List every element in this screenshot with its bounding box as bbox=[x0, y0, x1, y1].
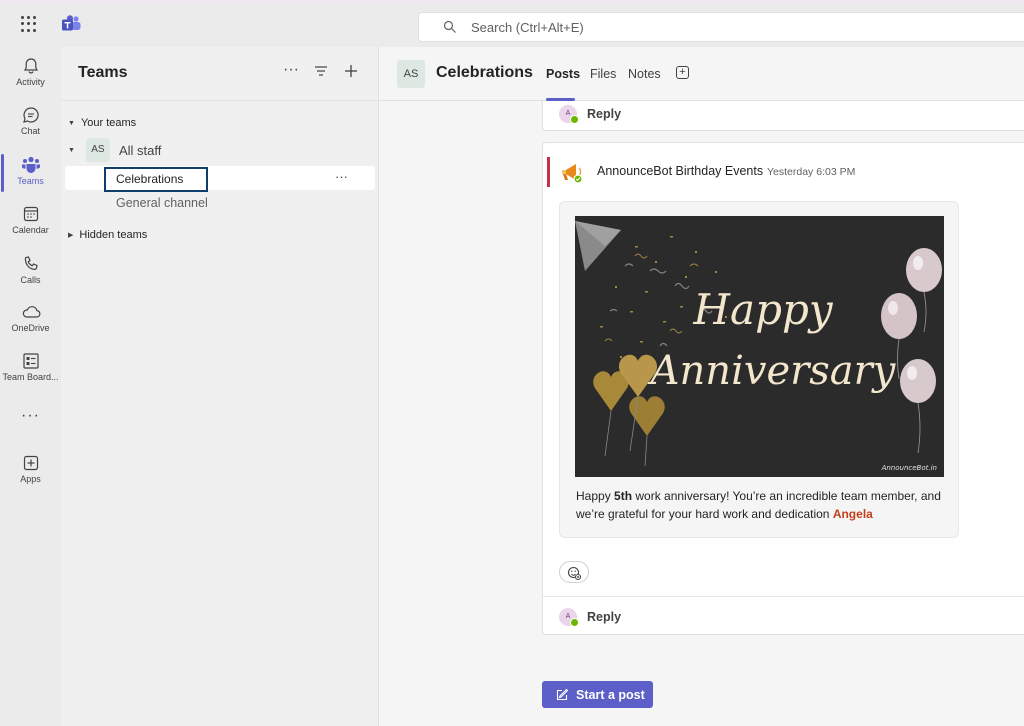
phone-icon bbox=[24, 256, 38, 271]
filter-icon[interactable] bbox=[313, 61, 329, 81]
image-watermark: AnnounceBot.in bbox=[881, 464, 937, 472]
board-icon bbox=[22, 353, 39, 369]
add-team-icon[interactable] bbox=[343, 61, 359, 81]
rail-label-apps: Apps bbox=[20, 474, 41, 484]
rail-item-calendar[interactable]: Calendar bbox=[0, 199, 61, 247]
hidden-teams-header[interactable]: ▶ Hidden teams bbox=[68, 229, 147, 241]
channel-title: Celebrations bbox=[436, 64, 533, 81]
start-post-button[interactable]: Start a post bbox=[542, 681, 653, 708]
search-icon bbox=[443, 20, 456, 33]
message-bubble: Happy Anniversary AnnounceBot.in Happy 5… bbox=[559, 201, 959, 538]
add-tab-icon[interactable]: + bbox=[676, 66, 689, 79]
rail-item-activity[interactable]: Activity bbox=[0, 51, 61, 99]
chevron-down-icon: ▼ bbox=[68, 146, 75, 154]
more-options-icon[interactable]: ··· bbox=[283, 61, 299, 81]
channel-more-icon[interactable]: ··· bbox=[335, 169, 348, 184]
bell-icon bbox=[23, 58, 38, 74]
tab-files[interactable]: Files bbox=[590, 67, 616, 81]
rail-item-calls[interactable]: Calls bbox=[0, 249, 61, 297]
app-rail: Activity Chat Teams Calendar Calls OneDr… bbox=[0, 47, 61, 726]
rail-label-calendar: Calendar bbox=[12, 225, 49, 235]
reply-label: Reply bbox=[587, 107, 622, 121]
rail-label-onedrive: OneDrive bbox=[11, 323, 50, 333]
team-all-staff[interactable]: ▼ AS All staff bbox=[68, 138, 161, 162]
rail-label-activity: Activity bbox=[16, 77, 45, 87]
divider bbox=[543, 596, 1024, 597]
image-title-line2: Anniversary bbox=[647, 348, 897, 394]
teams-list-panel: Teams ··· ▼ Your teams ▼ AS All staff Ce… bbox=[61, 47, 379, 726]
chevron-right-icon: ▶ bbox=[68, 232, 74, 239]
avatar: A bbox=[559, 105, 579, 124]
search-placeholder: Search (Ctrl+Alt+E) bbox=[471, 20, 584, 35]
chat-icon bbox=[22, 107, 39, 123]
rail-item-onedrive[interactable]: OneDrive bbox=[0, 297, 61, 345]
your-teams-header[interactable]: ▼ Your teams bbox=[68, 117, 136, 129]
more-apps-icon[interactable]: ··· bbox=[0, 407, 61, 425]
start-post-label: Start a post bbox=[576, 687, 645, 702]
channel-view: AS Celebrations Posts Files Notes + A Re… bbox=[380, 47, 1024, 726]
search-input[interactable]: Search (Ctrl+Alt+E) bbox=[418, 12, 1024, 42]
team-name: All staff bbox=[118, 142, 162, 158]
rail-label-chat: Chat bbox=[20, 126, 40, 136]
channel-header: AS Celebrations Posts Files Notes + bbox=[380, 47, 1024, 101]
teams-logo-icon bbox=[62, 15, 81, 31]
tab-posts[interactable]: Posts bbox=[546, 67, 580, 81]
rail-item-team-board[interactable]: Team Board... bbox=[0, 346, 61, 394]
message-ordinal: 5th bbox=[614, 489, 633, 503]
add-reaction-button[interactable] bbox=[559, 561, 589, 583]
add-app-icon bbox=[23, 455, 38, 471]
message-text: Happy 5th work anniversary! You’re an in… bbox=[576, 487, 946, 523]
chevron-down-icon: ▼ bbox=[68, 119, 75, 127]
rail-item-chat[interactable]: Chat bbox=[0, 100, 61, 148]
your-teams-label: Your teams bbox=[80, 117, 137, 129]
rail-label-calls: Calls bbox=[20, 275, 41, 285]
reply-button[interactable]: A Reply bbox=[559, 608, 622, 627]
announcement-post-card: AnnounceBot Birthday Events Yesterday 6:… bbox=[542, 142, 1024, 635]
channel-item-general[interactable]: General channel bbox=[116, 196, 208, 210]
post-timestamp: Yesterday 6:03 PM bbox=[767, 166, 856, 178]
sender-name[interactable]: AnnounceBot Birthday Events bbox=[597, 164, 763, 178]
avatar: A bbox=[559, 608, 579, 627]
user-mention[interactable]: Angela bbox=[833, 507, 873, 521]
importance-bar bbox=[547, 157, 550, 187]
anniversary-image[interactable]: Happy Anniversary AnnounceBot.in bbox=[575, 216, 944, 477]
rail-item-teams[interactable]: Teams bbox=[0, 150, 61, 198]
teams-panel-header: Teams ··· bbox=[61, 47, 379, 101]
cloud-icon bbox=[22, 306, 40, 318]
compose-icon bbox=[556, 688, 569, 700]
rail-item-apps[interactable]: Apps bbox=[0, 448, 61, 496]
megaphone-icon bbox=[562, 164, 583, 184]
image-title-line1: Happy bbox=[692, 285, 833, 334]
panel-title: Teams bbox=[78, 64, 128, 81]
title-bar: Search (Ctrl+Alt+E) bbox=[0, 0, 1024, 47]
reply-label: Reply bbox=[587, 610, 622, 624]
channel-avatar: AS bbox=[397, 60, 425, 88]
rail-label-teams: Teams bbox=[17, 176, 44, 186]
reply-button[interactable]: A Reply bbox=[559, 105, 622, 124]
team-avatar: AS bbox=[85, 138, 110, 162]
rail-label-team-board: Team Board... bbox=[2, 372, 59, 382]
emoji-add-icon bbox=[567, 566, 582, 581]
teams-icon bbox=[21, 156, 40, 173]
calendar-icon bbox=[23, 206, 38, 222]
app-launcher-icon[interactable] bbox=[21, 16, 37, 32]
channel-label-celebrations[interactable]: Celebrations bbox=[104, 167, 208, 192]
message-prefix: Happy bbox=[576, 489, 615, 503]
tab-notes[interactable]: Notes bbox=[628, 67, 661, 81]
hidden-teams-label: Hidden teams bbox=[79, 229, 148, 241]
previous-post-card: A Reply bbox=[542, 101, 1024, 131]
